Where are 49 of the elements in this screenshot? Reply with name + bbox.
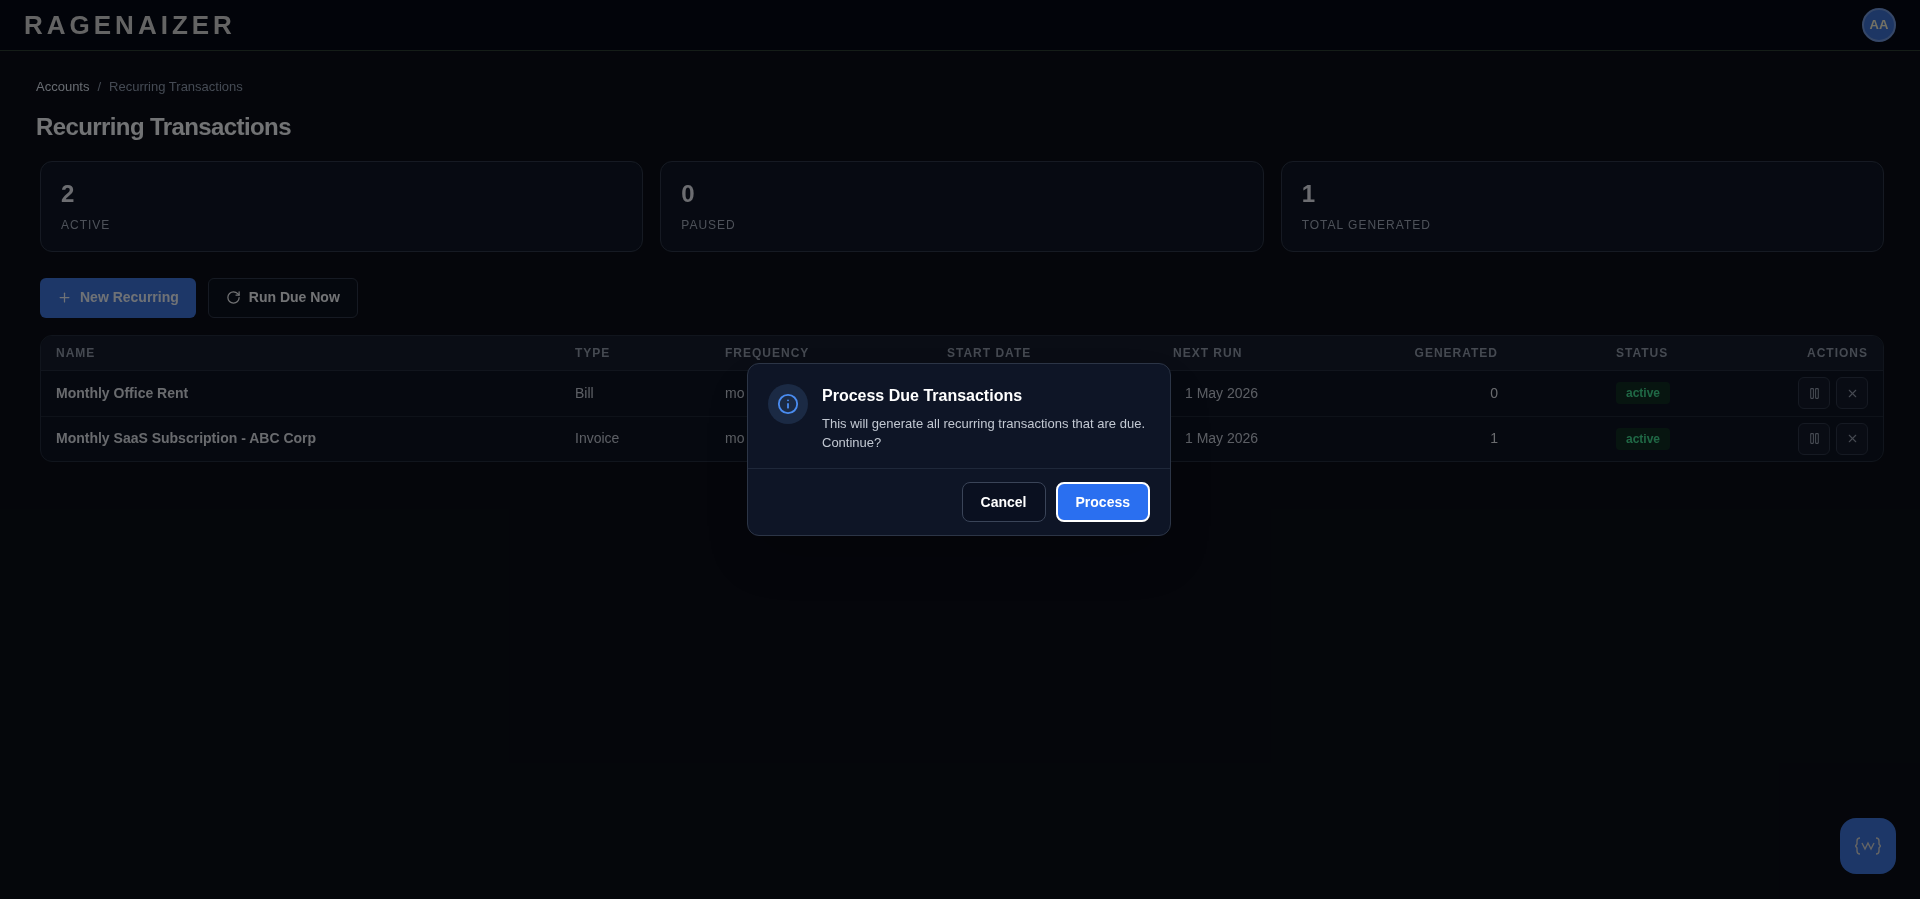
- brand-logo[interactable]: RAGENAIZER: [24, 5, 236, 45]
- dialog-message: This will generate all recurring transactions that are due. Continue?: [822, 415, 1146, 452]
- frequency-cell-text: mo: [725, 383, 745, 403]
- pause-button[interactable]: [1798, 422, 1830, 455]
- close-button[interactable]: [1836, 377, 1868, 409]
- status-badge: active: [1616, 427, 1671, 450]
- assistant-button[interactable]: [1840, 818, 1896, 874]
- status-badge: active: [1616, 382, 1671, 404]
- stat-value: 1: [1301, 181, 1316, 206]
- generated-cell-text: 0: [1490, 383, 1498, 403]
- name-cell-text: Monthly SaaS Subscription - ABC Corp: [56, 429, 318, 448]
- pause-icon: [1807, 432, 1821, 445]
- column-header: START DATE: [947, 344, 1033, 362]
- column-header: ACTIONS: [1807, 344, 1868, 362]
- type-cell-text: Invoice: [575, 429, 621, 448]
- stat-label: PAUSED: [681, 216, 737, 234]
- user-avatar[interactable]: AA: [1862, 8, 1896, 42]
- name-cell-text: Monthly Office Rent: [56, 383, 190, 403]
- info-icon: [768, 384, 808, 424]
- page-title: Recurring Transactions: [36, 111, 292, 142]
- run-due-button[interactable]: Run Due Now: [207, 277, 358, 318]
- dialog-title: Process Due Transactions: [822, 386, 1024, 406]
- frequency-cell-text: mo: [725, 429, 745, 448]
- breadcrumb-current: Recurring Transactions: [109, 78, 243, 96]
- column-header: TYPE: [575, 344, 612, 362]
- next-run-cell-text: 1 May 2026: [1185, 383, 1260, 403]
- stat-label: TOTAL GENERATED: [1301, 216, 1432, 234]
- logo-icon: [1855, 836, 1881, 856]
- plus-icon: [57, 290, 72, 305]
- cancel-button[interactable]: Cancel: [961, 482, 1046, 522]
- refresh-icon: [225, 290, 241, 305]
- breadcrumb-separator: /: [97, 78, 102, 96]
- breadcrumb-link[interactable]: Accounts: [36, 77, 90, 97]
- stat-label: ACTIVE: [61, 216, 112, 234]
- new-recurring-button[interactable]: New Recurring: [40, 277, 196, 318]
- type-cell-text: Bill: [575, 383, 595, 403]
- column-header: FREQUENCY: [725, 344, 811, 362]
- stat-value: 0: [681, 181, 696, 206]
- stat-value: 2: [61, 181, 76, 206]
- next-run-cell-text: 1 May 2026: [1185, 429, 1260, 448]
- column-header: GENERATED: [1414, 344, 1498, 362]
- close-button[interactable]: [1836, 422, 1868, 455]
- column-header: NEXT RUN: [1173, 344, 1244, 362]
- pause-icon: [1807, 386, 1821, 400]
- process-button[interactable]: Process: [1055, 482, 1150, 522]
- generated-cell-text: 1: [1490, 429, 1498, 448]
- column-header: NAME: [56, 344, 97, 362]
- pause-button[interactable]: [1798, 377, 1830, 409]
- column-header: STATUS: [1616, 344, 1670, 362]
